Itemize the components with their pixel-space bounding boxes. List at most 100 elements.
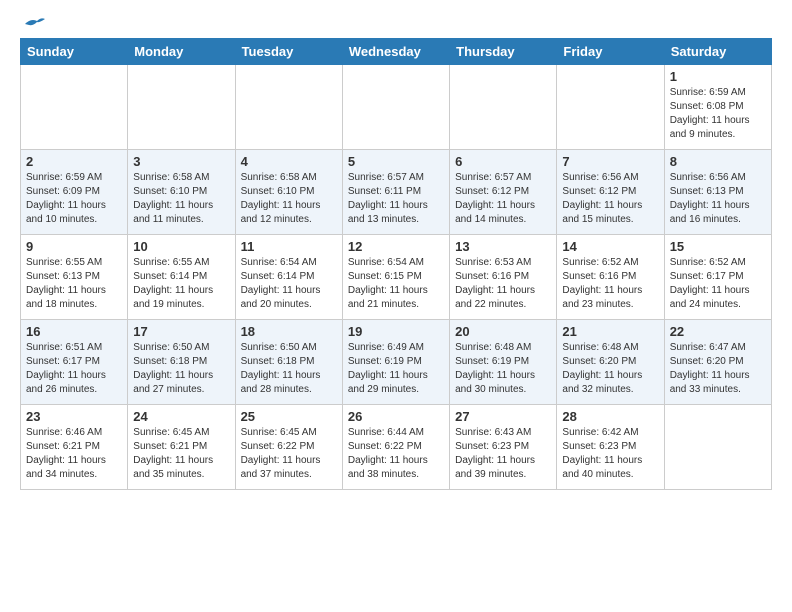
day-number: 8 — [670, 154, 766, 169]
day-info: Sunrise: 6:54 AM Sunset: 6:15 PM Dayligh… — [348, 256, 444, 312]
day-info: Sunrise: 6:50 AM Sunset: 6:18 PM Dayligh… — [241, 341, 337, 397]
day-number: 28 — [562, 409, 658, 424]
calendar-cell: 22 Sunrise: 6:47 AM Sunset: 6:20 PM Dayli… — [664, 320, 771, 405]
day-info: Sunrise: 6:49 AM Sunset: 6:19 PM Dayligh… — [348, 341, 444, 397]
calendar-cell: 19 Sunrise: 6:49 AM Sunset: 6:19 PM Dayli… — [342, 320, 449, 405]
calendar-cell: 25 Sunrise: 6:45 AM Sunset: 6:22 PM Dayli… — [235, 405, 342, 490]
calendar-cell: 27 Sunrise: 6:43 AM Sunset: 6:23 PM Dayli… — [450, 405, 557, 490]
day-number: 6 — [455, 154, 551, 169]
calendar-cell: 5 Sunrise: 6:57 AM Sunset: 6:11 PM Daylig… — [342, 150, 449, 235]
day-info: Sunrise: 6:47 AM Sunset: 6:20 PM Dayligh… — [670, 341, 766, 397]
day-number: 23 — [26, 409, 122, 424]
day-info: Sunrise: 6:48 AM Sunset: 6:19 PM Dayligh… — [455, 341, 551, 397]
calendar-cell: 11 Sunrise: 6:54 AM Sunset: 6:14 PM Dayli… — [235, 235, 342, 320]
calendar-cell: 17 Sunrise: 6:50 AM Sunset: 6:18 PM Dayli… — [128, 320, 235, 405]
calendar-cell: 6 Sunrise: 6:57 AM Sunset: 6:12 PM Daylig… — [450, 150, 557, 235]
logo-bird-icon — [23, 16, 45, 34]
day-info: Sunrise: 6:57 AM Sunset: 6:11 PM Dayligh… — [348, 171, 444, 227]
calendar-row: 9 Sunrise: 6:55 AM Sunset: 6:13 PM Daylig… — [21, 235, 772, 320]
calendar-cell: 10 Sunrise: 6:55 AM Sunset: 6:14 PM Dayli… — [128, 235, 235, 320]
day-info: Sunrise: 6:55 AM Sunset: 6:14 PM Dayligh… — [133, 256, 229, 312]
day-header-tuesday: Tuesday — [235, 39, 342, 65]
page-header — [20, 20, 772, 30]
day-info: Sunrise: 6:43 AM Sunset: 6:23 PM Dayligh… — [455, 426, 551, 482]
calendar-cell: 15Sunrise: 6:52 AM Sunset: 6:17 PM Dayli… — [664, 235, 771, 320]
day-info: Sunrise: 6:48 AM Sunset: 6:20 PM Dayligh… — [562, 341, 658, 397]
calendar-cell: 2 Sunrise: 6:59 AM Sunset: 6:09 PM Daylig… — [21, 150, 128, 235]
calendar-cell: 16Sunrise: 6:51 AM Sunset: 6:17 PM Dayli… — [21, 320, 128, 405]
calendar-cell: 3 Sunrise: 6:58 AM Sunset: 6:10 PM Daylig… — [128, 150, 235, 235]
calendar-cell: 28 Sunrise: 6:42 AM Sunset: 6:23 PM Dayli… — [557, 405, 664, 490]
day-info: Sunrise: 6:51 AM Sunset: 6:17 PM Dayligh… — [26, 341, 122, 397]
day-number: 12 — [348, 239, 444, 254]
day-header-thursday: Thursday — [450, 39, 557, 65]
day-number: 7 — [562, 154, 658, 169]
calendar-cell — [235, 65, 342, 150]
day-number: 26 — [348, 409, 444, 424]
day-info: Sunrise: 6:46 AM Sunset: 6:21 PM Dayligh… — [26, 426, 122, 482]
calendar-cell — [664, 405, 771, 490]
calendar-cell: 24 Sunrise: 6:45 AM Sunset: 6:21 PM Dayli… — [128, 405, 235, 490]
calendar-cell: 1 Sunrise: 6:59 AM Sunset: 6:08 PM Daylig… — [664, 65, 771, 150]
day-info: Sunrise: 6:59 AM Sunset: 6:09 PM Dayligh… — [26, 171, 122, 227]
calendar-header-row: SundayMondayTuesdayWednesdayThursdayFrid… — [21, 39, 772, 65]
day-number: 1 — [670, 69, 766, 84]
day-number: 14 — [562, 239, 658, 254]
day-number: 17 — [133, 324, 229, 339]
day-number: 18 — [241, 324, 337, 339]
calendar-cell: 23 Sunrise: 6:46 AM Sunset: 6:21 PM Dayli… — [21, 405, 128, 490]
calendar-cell — [21, 65, 128, 150]
calendar-cell — [450, 65, 557, 150]
day-header-friday: Friday — [557, 39, 664, 65]
day-info: Sunrise: 6:55 AM Sunset: 6:13 PM Dayligh… — [26, 256, 122, 312]
day-info: Sunrise: 6:56 AM Sunset: 6:12 PM Dayligh… — [562, 171, 658, 227]
day-header-monday: Monday — [128, 39, 235, 65]
day-info: Sunrise: 6:44 AM Sunset: 6:22 PM Dayligh… — [348, 426, 444, 482]
day-number: 10 — [133, 239, 229, 254]
day-info: Sunrise: 6:45 AM Sunset: 6:21 PM Dayligh… — [133, 426, 229, 482]
calendar-cell: 14 Sunrise: 6:52 AM Sunset: 6:16 PM Dayli… — [557, 235, 664, 320]
calendar-row: 23 Sunrise: 6:46 AM Sunset: 6:21 PM Dayli… — [21, 405, 772, 490]
calendar-cell: 4 Sunrise: 6:58 AM Sunset: 6:10 PM Daylig… — [235, 150, 342, 235]
calendar-cell: 9 Sunrise: 6:55 AM Sunset: 6:13 PM Daylig… — [21, 235, 128, 320]
day-number: 25 — [241, 409, 337, 424]
calendar-cell: 13 Sunrise: 6:53 AM Sunset: 6:16 PM Dayli… — [450, 235, 557, 320]
day-info: Sunrise: 6:42 AM Sunset: 6:23 PM Dayligh… — [562, 426, 658, 482]
day-info: Sunrise: 6:53 AM Sunset: 6:16 PM Dayligh… — [455, 256, 551, 312]
calendar-cell: 18 Sunrise: 6:50 AM Sunset: 6:18 PM Dayli… — [235, 320, 342, 405]
calendar-cell — [128, 65, 235, 150]
calendar-row: 1 Sunrise: 6:59 AM Sunset: 6:08 PM Daylig… — [21, 65, 772, 150]
calendar-cell: 20 Sunrise: 6:48 AM Sunset: 6:19 PM Dayli… — [450, 320, 557, 405]
day-number: 13 — [455, 239, 551, 254]
calendar-cell — [557, 65, 664, 150]
day-number: 2 — [26, 154, 122, 169]
day-info: Sunrise: 6:58 AM Sunset: 6:10 PM Dayligh… — [241, 171, 337, 227]
calendar-row: 2 Sunrise: 6:59 AM Sunset: 6:09 PM Daylig… — [21, 150, 772, 235]
calendar-cell: 7 Sunrise: 6:56 AM Sunset: 6:12 PM Daylig… — [557, 150, 664, 235]
day-info: Sunrise: 6:57 AM Sunset: 6:12 PM Dayligh… — [455, 171, 551, 227]
day-number: 22 — [670, 324, 766, 339]
day-number: 5 — [348, 154, 444, 169]
calendar-table: SundayMondayTuesdayWednesdayThursdayFrid… — [20, 38, 772, 490]
day-number: 21 — [562, 324, 658, 339]
calendar-cell: 8Sunrise: 6:56 AM Sunset: 6:13 PM Daylig… — [664, 150, 771, 235]
day-number: 11 — [241, 239, 337, 254]
calendar-cell: 12 Sunrise: 6:54 AM Sunset: 6:15 PM Dayli… — [342, 235, 449, 320]
day-info: Sunrise: 6:45 AM Sunset: 6:22 PM Dayligh… — [241, 426, 337, 482]
day-info: Sunrise: 6:54 AM Sunset: 6:14 PM Dayligh… — [241, 256, 337, 312]
day-header-saturday: Saturday — [664, 39, 771, 65]
calendar-cell: 26 Sunrise: 6:44 AM Sunset: 6:22 PM Dayli… — [342, 405, 449, 490]
day-number: 20 — [455, 324, 551, 339]
calendar-cell: 21 Sunrise: 6:48 AM Sunset: 6:20 PM Dayli… — [557, 320, 664, 405]
day-info: Sunrise: 6:50 AM Sunset: 6:18 PM Dayligh… — [133, 341, 229, 397]
day-info: Sunrise: 6:52 AM Sunset: 6:16 PM Dayligh… — [562, 256, 658, 312]
day-number: 27 — [455, 409, 551, 424]
day-number: 24 — [133, 409, 229, 424]
day-info: Sunrise: 6:59 AM Sunset: 6:08 PM Dayligh… — [670, 86, 766, 142]
day-number: 3 — [133, 154, 229, 169]
day-info: Sunrise: 6:58 AM Sunset: 6:10 PM Dayligh… — [133, 171, 229, 227]
day-number: 19 — [348, 324, 444, 339]
day-number: 4 — [241, 154, 337, 169]
day-number: 15 — [670, 239, 766, 254]
day-number: 9 — [26, 239, 122, 254]
